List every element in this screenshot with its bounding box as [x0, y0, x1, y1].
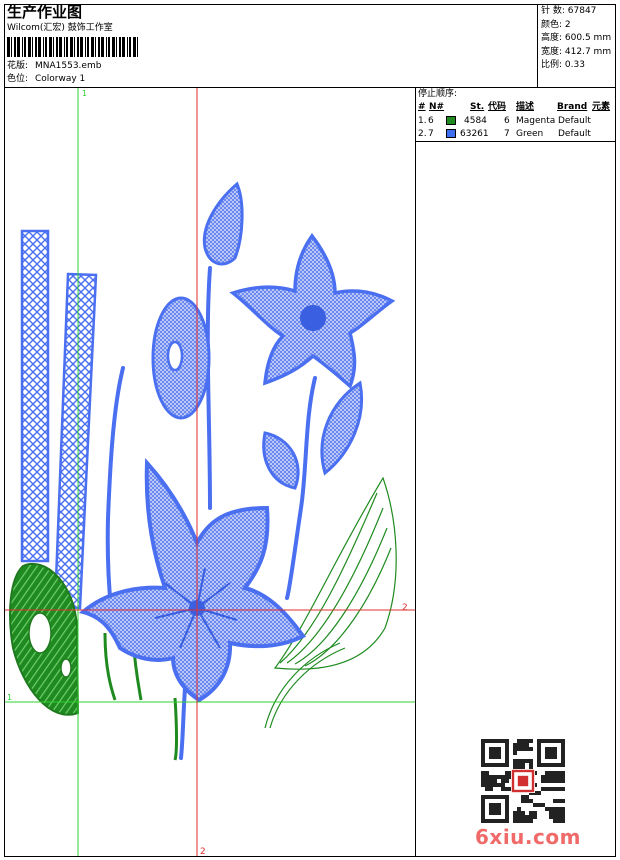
row-stitches: 4584 [464, 116, 487, 126]
stop-sequence-title: 停止顺序: [418, 89, 458, 99]
guide-label-red-bottom: 2 [200, 847, 206, 857]
row-desc: Green [516, 129, 544, 139]
qr-code [481, 739, 565, 823]
flower-bud [202, 181, 244, 266]
stat-height: 高度: 600.5 mm [541, 33, 612, 43]
stop-sequence-divider [415, 141, 616, 142]
green-leaf-right [264, 476, 397, 729]
design-file: MNA1553.emb [35, 61, 102, 71]
color-swatch [446, 116, 456, 125]
stat-stitches: 针 数: 67847 [541, 6, 597, 16]
color-swatch [446, 129, 456, 138]
col-header-desc: 描述 [516, 102, 535, 112]
watermark-text: 6xiu.com [475, 825, 581, 849]
row-code: 7 [504, 129, 510, 139]
col-header-num: # [418, 102, 426, 112]
design-label: 花版: [7, 61, 29, 71]
barcode [7, 37, 138, 57]
col-header-brand: Brand [557, 102, 588, 112]
colorway-label: 色位: [7, 74, 29, 84]
row-stitches: 63261 [460, 129, 489, 139]
row-code: 6 [504, 116, 510, 126]
top-flower [229, 233, 396, 389]
table-row: 1. 6 4584 6 Magenta Default [418, 115, 614, 127]
guide-label-green-left: 1 [7, 693, 13, 702]
guide-label-green-top: 1 [82, 89, 88, 98]
page-title: 生产作业图 [7, 3, 83, 21]
row-desc: Magenta [516, 116, 556, 126]
col-header-code: 代码 [488, 102, 507, 112]
row-brand: Default [558, 116, 591, 126]
stat-scale: 比例: 0.33 [541, 60, 585, 70]
company-name: Wilcom(汇宏) 鼓饰工作室 [7, 23, 113, 33]
row-needle: 7 [428, 129, 434, 139]
stat-width: 宽度: 412.7 mm [541, 46, 612, 57]
guide-label-red-right: 2 [402, 603, 408, 613]
row-num: 1. [418, 116, 427, 126]
table-row: 2. 7 63261 7 Green Default [418, 128, 614, 140]
stats-list: 针 数: 67847 颜色: 2 高度: 600.5 mm 宽度: 412.7 … [541, 5, 611, 73]
col-header-stitches: St. [470, 102, 485, 112]
embroidery-design [5, 88, 415, 856]
row-needle: 6 [428, 116, 434, 126]
main-flower [78, 457, 306, 703]
row-num: 2. [418, 129, 427, 139]
lattice-strips [20, 229, 98, 610]
stat-colors: 颜色: 2 [541, 19, 571, 30]
col-header-no: N# [429, 102, 445, 112]
round-leaf [151, 296, 211, 420]
row-brand: Default [558, 129, 591, 139]
colorway-value: Colorway 1 [35, 74, 86, 84]
col-header-element: 元素 [592, 102, 611, 112]
